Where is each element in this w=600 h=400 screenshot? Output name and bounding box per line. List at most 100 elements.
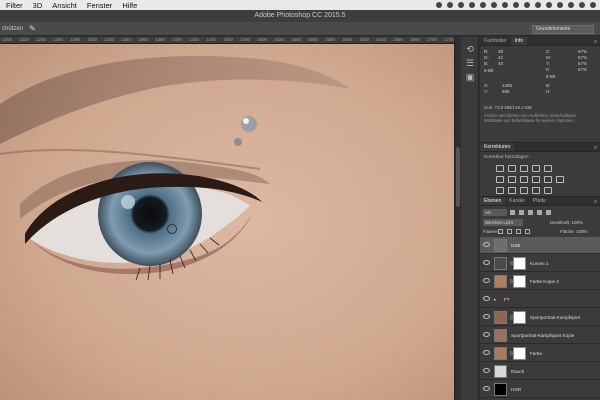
selectivecolor-adjust-icon[interactable] bbox=[544, 187, 552, 194]
tab-ebenen[interactable]: Ebenen bbox=[480, 197, 506, 205]
brightness-adjust-icon[interactable] bbox=[496, 165, 504, 172]
panel-menu-icon[interactable]: ≡ bbox=[594, 199, 597, 205]
filter-adjust-icon[interactable] bbox=[519, 210, 524, 215]
status-icon[interactable] bbox=[480, 2, 486, 8]
tab-pfade[interactable]: Pfade bbox=[529, 197, 550, 205]
photo-canvas[interactable] bbox=[0, 44, 454, 400]
layer-row[interactable]: ⛓ Farbe Kopie 2 bbox=[480, 273, 600, 290]
horizontal-ruler: 1200 1220 1240 1260 1280 1300 1320 1340 1360 1380… bbox=[0, 37, 454, 44]
visibility-eye-icon[interactable] bbox=[483, 278, 490, 283]
exposure-adjust-icon[interactable] bbox=[532, 165, 540, 172]
properties-icon[interactable]: ☰ bbox=[464, 57, 476, 69]
layer-thumbnail bbox=[494, 329, 507, 342]
layer-mask-thumbnail[interactable] bbox=[513, 311, 526, 324]
layer-row[interactable]: ▸ FT bbox=[480, 291, 600, 308]
layer-row[interactable]: ⛓ Farbe bbox=[480, 345, 600, 362]
filter-shape-icon[interactable] bbox=[537, 210, 542, 215]
visibility-eye-icon[interactable] bbox=[483, 260, 490, 265]
layer-filter-icons bbox=[510, 210, 551, 215]
colorlookup-adjust-icon[interactable] bbox=[556, 176, 564, 183]
channelmixer-adjust-icon[interactable] bbox=[544, 176, 552, 183]
filter-pixel-icon[interactable] bbox=[510, 210, 515, 215]
layer-row[interactable]: HGR bbox=[480, 381, 600, 398]
menu-filter[interactable]: Filter bbox=[0, 1, 28, 10]
tab-info[interactable]: Info bbox=[510, 37, 528, 45]
layer-row[interactable]: Rauch bbox=[480, 363, 600, 380]
visibility-eye-icon[interactable] bbox=[483, 296, 490, 301]
visibility-eye-icon[interactable] bbox=[483, 314, 490, 319]
tab-farbfelder[interactable]: Farbfelder bbox=[480, 37, 511, 45]
workspace-select[interactable]: Grundelemente bbox=[532, 25, 594, 34]
menu-fenster[interactable]: Fenster bbox=[82, 1, 117, 10]
ruler-tick: 1560 bbox=[308, 37, 319, 42]
layer-mask-thumbnail[interactable] bbox=[513, 347, 526, 360]
status-icon[interactable] bbox=[568, 2, 574, 8]
swatch-icon[interactable]: ▣ bbox=[464, 71, 476, 83]
lock-position-icon[interactable] bbox=[516, 229, 521, 234]
threshold-adjust-icon[interactable] bbox=[520, 187, 528, 194]
layer-row[interactable]: ⛓ Sportportrait-Kampfsport bbox=[480, 309, 600, 326]
layer-mask-thumbnail[interactable] bbox=[513, 275, 526, 288]
opacity-field[interactable]: Deckkraft: 100% bbox=[550, 220, 583, 225]
visibility-eye-icon[interactable] bbox=[483, 386, 490, 391]
status-icon[interactable] bbox=[458, 2, 464, 8]
status-icon[interactable] bbox=[535, 2, 541, 8]
vibrance-adjust-icon[interactable] bbox=[544, 165, 552, 172]
ruler-tick: 1460 bbox=[223, 37, 234, 42]
status-icon[interactable] bbox=[513, 2, 519, 8]
layer-filter-select[interactable]: Art bbox=[483, 209, 507, 216]
history-icon[interactable]: ⟲ bbox=[464, 43, 476, 55]
vertical-scrollbar[interactable] bbox=[454, 37, 461, 400]
info-help-text: Klicken und Ziehen zum Aufhellen, Umscha… bbox=[484, 113, 578, 124]
lock-transparency-icon[interactable] bbox=[498, 229, 503, 234]
visibility-eye-icon[interactable] bbox=[483, 368, 490, 373]
visibility-eye-icon[interactable] bbox=[483, 242, 490, 247]
ruler-tick: 1400 bbox=[172, 37, 183, 42]
blackwhite-adjust-icon[interactable] bbox=[520, 176, 528, 183]
group-folder-icon[interactable]: ▸ bbox=[494, 297, 497, 303]
filter-smart-icon[interactable] bbox=[546, 210, 551, 215]
layer-row[interactable]: D&B bbox=[480, 237, 600, 254]
lock-pixels-icon[interactable] bbox=[507, 229, 512, 234]
menu-ansicht[interactable]: Ansicht bbox=[47, 1, 82, 10]
layer-row[interactable]: ⛓ Kurven 1 bbox=[480, 255, 600, 272]
status-icon[interactable] bbox=[469, 2, 475, 8]
tab-korrekturen[interactable]: Korrekturen bbox=[480, 143, 515, 151]
visibility-eye-icon[interactable] bbox=[483, 350, 490, 355]
filter-type-icon[interactable] bbox=[528, 210, 533, 215]
curves-adjust-icon[interactable] bbox=[520, 165, 528, 172]
scrollbar-thumb[interactable] bbox=[456, 147, 460, 207]
layer-thumbnail bbox=[494, 311, 507, 324]
posterize-adjust-icon[interactable] bbox=[508, 187, 516, 194]
status-icon[interactable] bbox=[546, 2, 552, 8]
fill-field[interactable]: Fläche: 100% bbox=[560, 229, 588, 234]
tab-kanaele[interactable]: Kanäle bbox=[505, 197, 529, 205]
status-icon[interactable] bbox=[590, 2, 596, 8]
status-icon[interactable] bbox=[447, 2, 453, 8]
visibility-eye-icon[interactable] bbox=[483, 332, 490, 337]
status-icon[interactable] bbox=[524, 2, 530, 8]
hue-adjust-icon[interactable] bbox=[496, 176, 504, 183]
layer-row[interactable]: Sportportrait-Kampfsport Kopie bbox=[480, 327, 600, 344]
levels-adjust-icon[interactable] bbox=[508, 165, 516, 172]
status-icon[interactable] bbox=[436, 2, 442, 8]
invert-adjust-icon[interactable] bbox=[496, 187, 504, 194]
piercing-ball-small bbox=[234, 138, 242, 146]
status-icon[interactable] bbox=[557, 2, 563, 8]
layer-mask-thumbnail[interactable] bbox=[513, 257, 526, 270]
info-m-label: M: bbox=[546, 55, 551, 60]
status-icon[interactable] bbox=[579, 2, 585, 8]
info-bitdepth-2: 8-Bit bbox=[546, 74, 556, 79]
panel-menu-icon[interactable]: ≡ bbox=[594, 145, 597, 151]
lock-all-icon[interactable] bbox=[525, 229, 530, 234]
photofilter-adjust-icon[interactable] bbox=[532, 176, 540, 183]
edit-icon[interactable]: ✎ bbox=[29, 24, 36, 33]
colorbalance-adjust-icon[interactable] bbox=[508, 176, 516, 183]
menu-3d[interactable]: 3D bbox=[28, 1, 48, 10]
panel-menu-icon[interactable]: ≡ bbox=[594, 39, 597, 45]
menu-hilfe[interactable]: Hilfe bbox=[117, 1, 142, 10]
status-icon[interactable] bbox=[491, 2, 497, 8]
status-icon[interactable] bbox=[502, 2, 508, 8]
blend-mode-select[interactable]: Weiches Licht bbox=[483, 219, 523, 226]
gradientmap-adjust-icon[interactable] bbox=[532, 187, 540, 194]
